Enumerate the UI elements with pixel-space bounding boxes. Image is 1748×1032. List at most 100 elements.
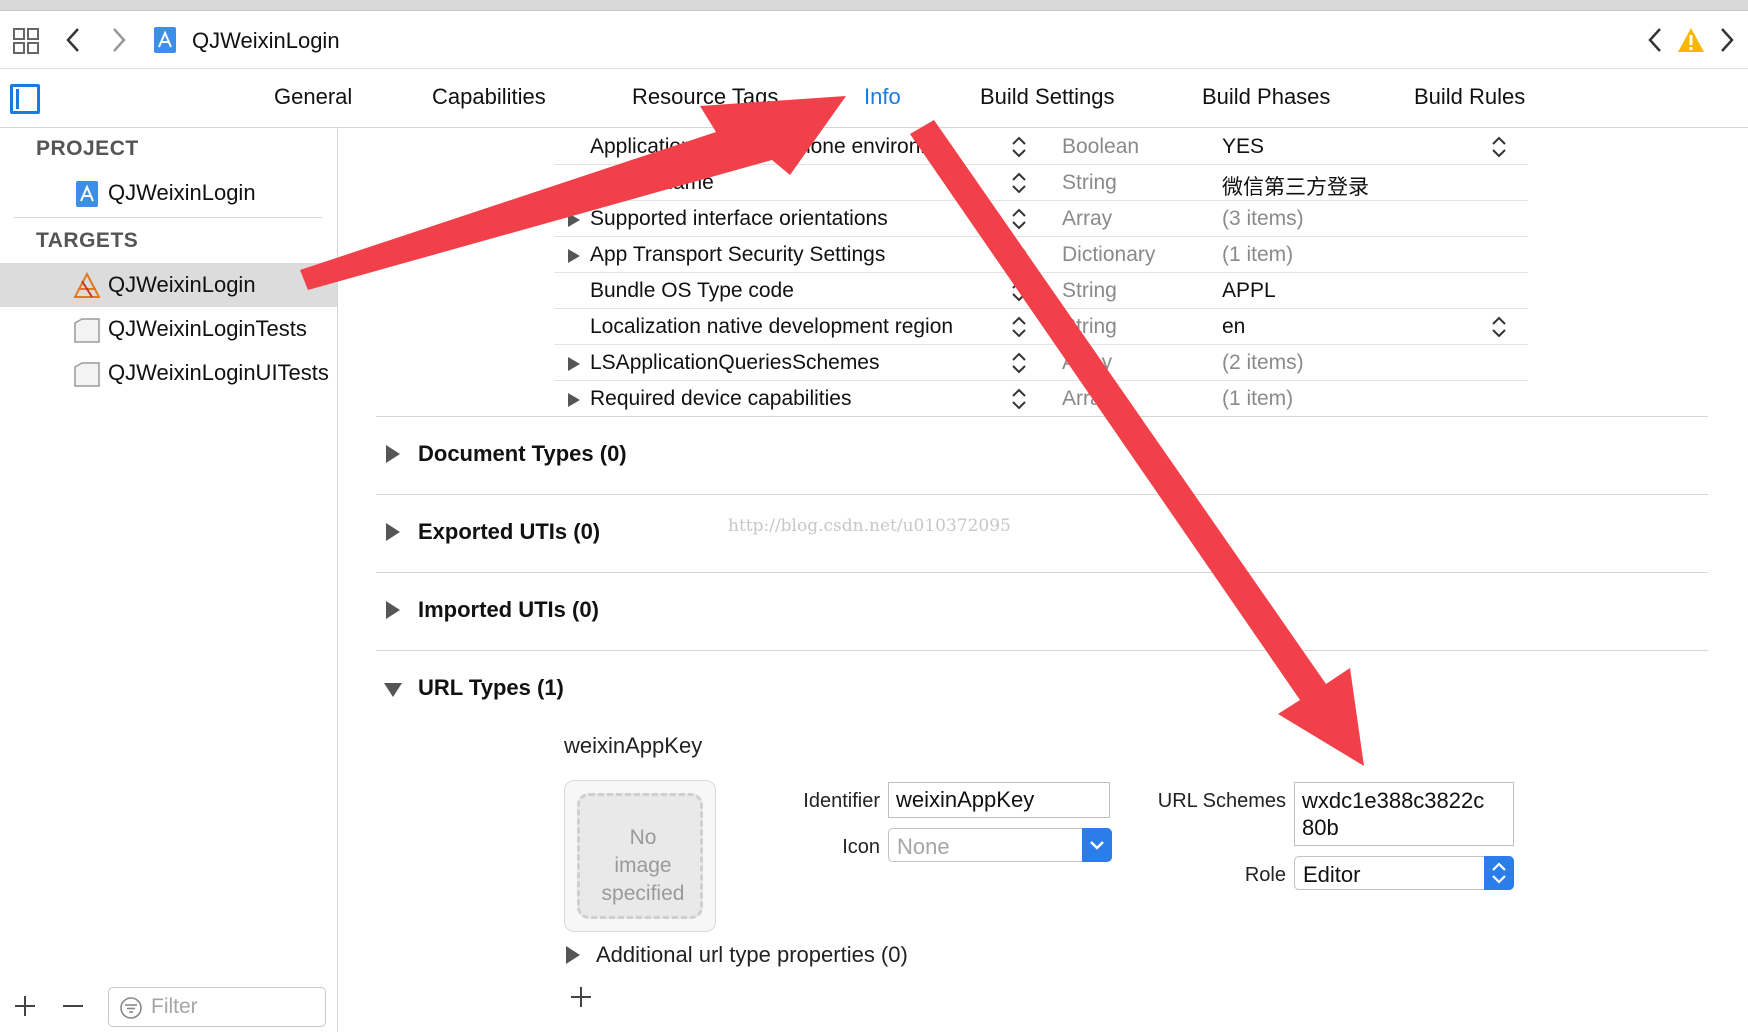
icon-popup-value: None [897, 834, 950, 859]
jump-bar: QJWeixinLogin [0, 11, 1748, 69]
disclosure-triangle-icon [386, 601, 400, 619]
identifier-field[interactable]: weixinAppKey [888, 782, 1110, 818]
tab-resource-tags[interactable]: Resource Tags [632, 84, 778, 110]
tab-build-settings[interactable]: Build Settings [980, 84, 1115, 110]
property-type: Boolean [1062, 135, 1140, 158]
property-value[interactable]: 微信第三方登录 [1222, 171, 1369, 201]
sidebar-item-label: QJWeixinLogin [108, 272, 256, 297]
property-type: Dictionary [1062, 243, 1156, 266]
additional-properties-label: Additional url type properties (0) [596, 942, 908, 967]
disclosure-triangle-icon[interactable] [568, 357, 580, 371]
editor-tab-bar: General Capabilities Resource Tags Info … [0, 70, 1748, 128]
property-value: (2 items) [1222, 351, 1304, 374]
additional-properties-row[interactable]: Additional url type properties (0) [564, 940, 964, 970]
sidebar-item-target-tests[interactable]: QJWeixinLoginTests [0, 307, 337, 351]
property-value[interactable]: en [1222, 315, 1245, 339]
sidebar-item-project[interactable]: QJWeixinLogin [0, 171, 337, 215]
section-url-types[interactable]: URL Types (1) [376, 651, 1708, 729]
url-schemes-field[interactable]: wxdc1e388c3822c 80b [1294, 782, 1514, 846]
chevron-left-icon[interactable] [60, 23, 88, 57]
property-value[interactable]: APPL [1222, 279, 1276, 303]
tab-info[interactable]: Info [864, 84, 901, 110]
sidebar-item-label: QJWeixinLoginUITests [108, 360, 329, 385]
property-type: String [1062, 315, 1117, 338]
property-key: App Transport Security Settings [590, 243, 886, 266]
section-imported-utis[interactable]: Imported UTIs (0) [376, 573, 1708, 651]
disclosure-triangle-icon[interactable] [568, 249, 580, 263]
next-issue-icon[interactable] [1714, 23, 1738, 57]
watermark: http://blog.csdn.net/u010372095 [728, 516, 1011, 536]
disclosure-triangle-icon [386, 523, 400, 541]
stepper-icon[interactable] [1010, 242, 1028, 268]
property-key: LSApplicationQueriesSchemes [590, 351, 880, 374]
sidebar-item-target-app[interactable]: QJWeixinLogin [0, 263, 337, 307]
property-value[interactable]: YES [1222, 135, 1264, 159]
sidebar-toggle-icon[interactable] [10, 84, 40, 114]
stepper-icon[interactable] [1010, 206, 1028, 232]
disclosure-triangle-icon[interactable] [568, 213, 580, 227]
updown-chevron-icon [1492, 862, 1506, 884]
filter-field[interactable] [108, 987, 326, 1027]
image-well[interactable]: No image specified [564, 780, 716, 932]
section-title: URL Types (1) [418, 675, 564, 700]
sidebar-divider [14, 217, 322, 218]
custom-target-properties-table: Application requires iPhone environm... … [554, 129, 1528, 417]
section-document-types[interactable]: Document Types (0) [376, 417, 1708, 495]
tab-general[interactable]: General [274, 84, 352, 110]
section-exported-utis[interactable]: Exported UTIs (0) [376, 495, 1708, 573]
popup-arrow [1082, 828, 1112, 862]
property-key: Bundle OS Type code [590, 279, 794, 302]
stepper-icon[interactable] [1010, 386, 1028, 412]
filter-input[interactable] [151, 994, 319, 1020]
table-row[interactable]: Supported interface orientations Array (… [554, 201, 1528, 237]
property-key: Bundle name [590, 171, 714, 194]
property-value: (3 items) [1222, 207, 1304, 230]
section-title: Imported UTIs (0) [418, 597, 599, 622]
targets-section-header: TARGETS [36, 229, 139, 252]
chevron-right-icon[interactable] [104, 23, 132, 57]
icon-popup[interactable]: None [888, 828, 1112, 862]
identifier-label: Identifier [803, 790, 880, 812]
add-icon[interactable] [12, 993, 38, 1019]
role-popup[interactable]: Editor [1294, 856, 1514, 890]
project-navigator-sidebar: PROJECT QJWeixinLogin TARGETS QJWeixinLo… [0, 129, 338, 1032]
stepper-icon[interactable] [1010, 278, 1028, 304]
warning-icon[interactable] [1676, 25, 1706, 55]
tab-build-rules[interactable]: Build Rules [1414, 84, 1525, 110]
icon-label: Icon [842, 836, 880, 858]
disclosure-triangle-icon [386, 445, 400, 463]
previous-issue-icon[interactable] [1644, 23, 1668, 57]
table-row[interactable]: App Transport Security Settings Dictiona… [554, 237, 1528, 273]
url-schemes-label: URL Schemes [1157, 790, 1286, 812]
disclosure-triangle-icon [384, 683, 402, 697]
property-type: String [1062, 171, 1117, 194]
value-stepper-icon[interactable] [1490, 314, 1508, 340]
related-items-grid-icon[interactable] [12, 27, 40, 55]
table-row[interactable]: Required device capabilities Array (1 it… [554, 381, 1528, 417]
value-stepper-icon[interactable] [1490, 134, 1508, 160]
property-value: (1 item) [1222, 243, 1294, 266]
tab-build-phases[interactable]: Build Phases [1202, 84, 1330, 110]
section-title: Document Types (0) [418, 441, 627, 466]
tab-capabilities[interactable]: Capabilities [432, 84, 546, 110]
table-row[interactable]: Application requires iPhone environm... … [554, 129, 1528, 165]
table-row[interactable]: LSApplicationQueriesSchemes Array (2 ite… [554, 345, 1528, 381]
property-key: Required device capabilities [590, 387, 852, 410]
role-popup-value: Editor [1303, 862, 1361, 887]
remove-icon[interactable] [60, 993, 86, 1019]
add-url-type-icon[interactable] [568, 984, 594, 1010]
breadcrumb-title[interactable]: QJWeixinLogin [192, 28, 340, 54]
app-target-icon [73, 271, 101, 298]
filter-icon [120, 997, 142, 1019]
property-key: Supported interface orientations [590, 207, 888, 230]
stepper-icon[interactable] [1010, 134, 1028, 160]
stepper-icon[interactable] [1010, 350, 1028, 376]
table-row[interactable]: Bundle OS Type code String APPL [554, 273, 1528, 309]
stepper-icon[interactable] [1010, 170, 1028, 196]
stepper-icon[interactable] [1010, 314, 1028, 340]
disclosure-triangle-icon[interactable] [568, 393, 580, 407]
popup-arrow [1484, 856, 1514, 890]
table-row[interactable]: Bundle name String 微信第三方登录 [554, 165, 1528, 201]
sidebar-item-target-uitests[interactable]: QJWeixinLoginUITests [0, 351, 337, 395]
table-row[interactable]: Localization native development region S… [554, 309, 1528, 345]
